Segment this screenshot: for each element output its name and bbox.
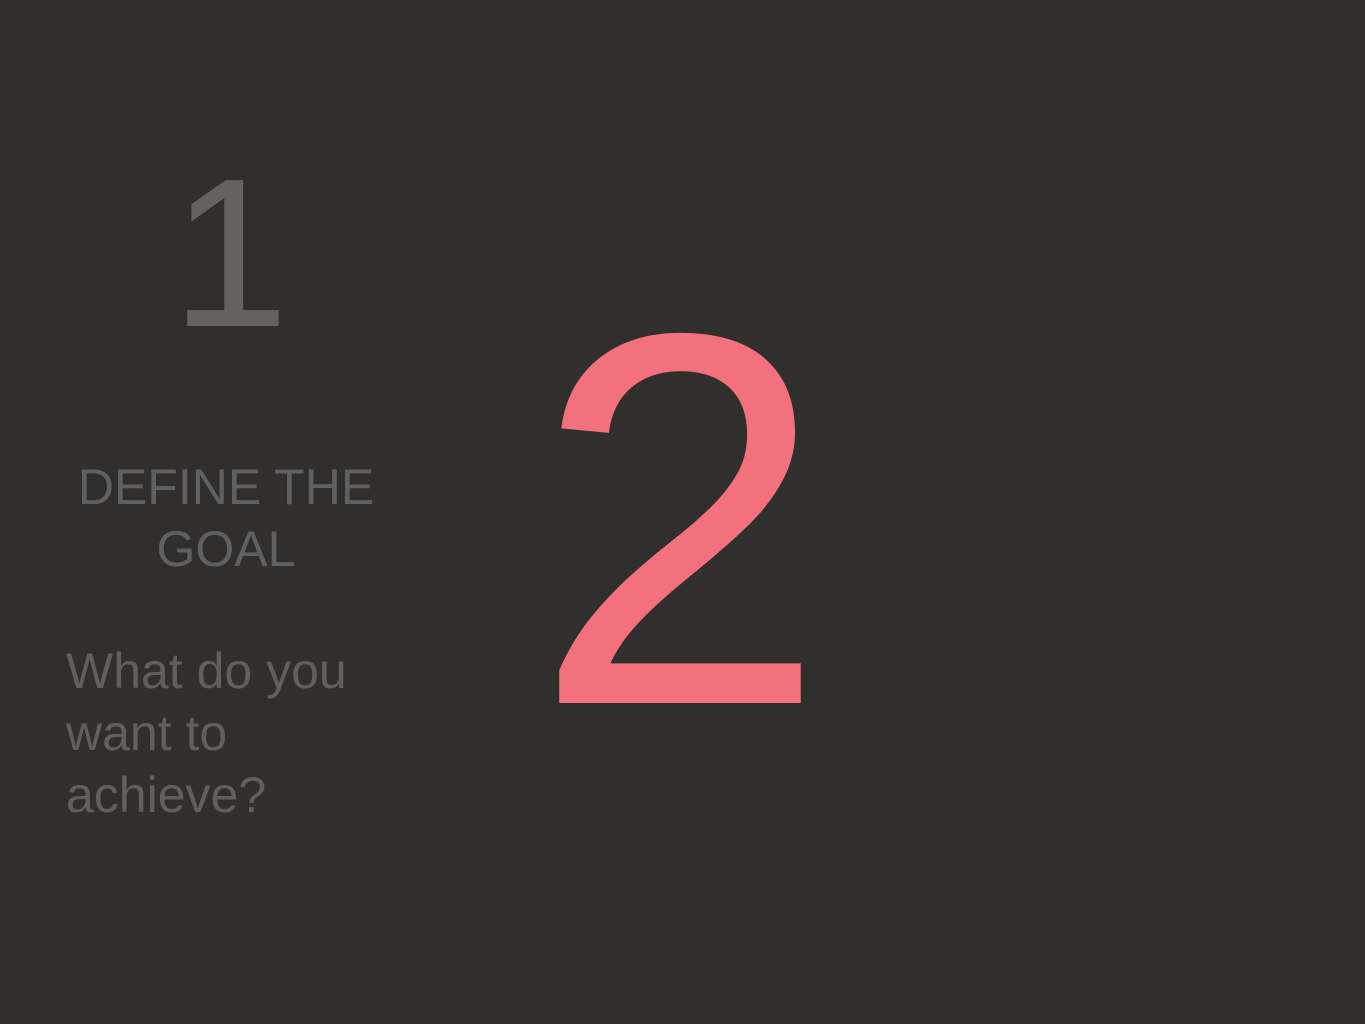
slide-canvas: 1 DEFINE THE GOAL What do you want to ac…: [0, 0, 1365, 1024]
step-question-text: What do you want to achieve?: [66, 643, 347, 823]
step-number-one: 1: [171, 134, 289, 371]
step-number-two: 2: [532, 224, 828, 816]
step-title-define-the-goal: DEFINE THE GOAL: [77, 459, 375, 577]
